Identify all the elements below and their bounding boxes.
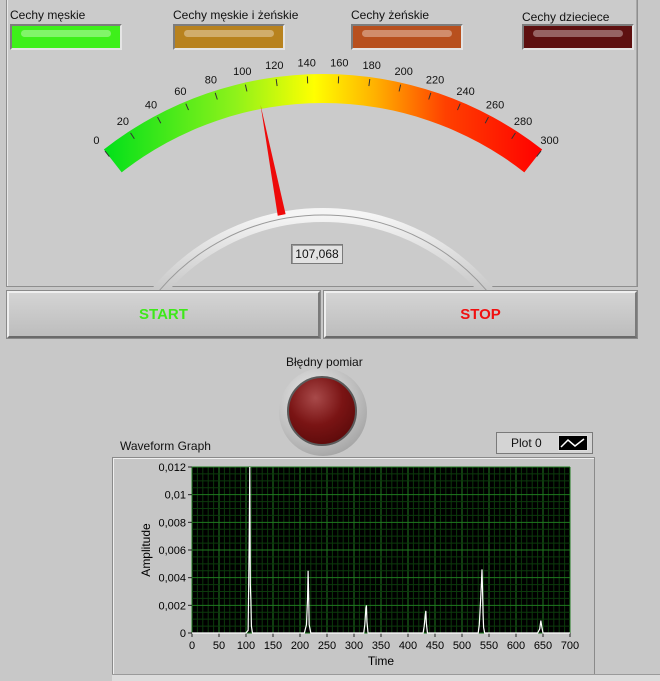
waveform-graph: 0 50 100 150 200 250 300 350 400 450 500 550 600 650 7… <box>112 457 595 680</box>
gauge-tick-label: 200 <box>395 66 413 78</box>
x-tick-label: 100 <box>237 640 255 652</box>
y-tick-label: 0,01 <box>165 490 186 502</box>
y-tick-label: 0,002 <box>158 600 186 612</box>
x-tick-label: 350 <box>372 640 390 652</box>
gauge-tick-label: 300 <box>540 135 558 147</box>
x-axis-label: Time <box>368 654 395 668</box>
x-tick-label: 0 <box>189 640 195 652</box>
gauge-tick-label: 40 <box>145 100 157 112</box>
gauge-tick-label: 120 <box>265 60 283 72</box>
legend-line-icon <box>558 435 588 451</box>
start-button[interactable]: START <box>7 291 320 338</box>
error-led-label: Błędny pomiar <box>286 355 363 369</box>
y-tick-label: 0,004 <box>158 573 186 585</box>
gauge-needle-pointer <box>261 105 286 216</box>
x-tick-label: 300 <box>345 640 363 652</box>
gauge-tick-label: 100 <box>233 66 251 78</box>
x-tick-label: 200 <box>291 640 309 652</box>
x-tick-label: 450 <box>426 640 444 652</box>
gauge-tick-label: 140 <box>298 57 316 69</box>
gauge-tick-label: 260 <box>486 100 504 112</box>
legend-plot-name: Plot 0 <box>511 436 542 450</box>
gauge-tick-label: 160 <box>330 57 348 69</box>
gauge-tick-label: 220 <box>426 74 444 86</box>
x-tick-label: 650 <box>534 640 552 652</box>
x-tick-label: 600 <box>507 640 525 652</box>
error-led <box>287 376 357 446</box>
gauge-scale-band <box>104 74 542 172</box>
y-tick-label: 0 <box>180 628 186 640</box>
x-tick-label: 150 <box>264 640 282 652</box>
y-tick-label: 0,012 <box>158 462 186 474</box>
gauge-tick-label: 240 <box>456 86 474 98</box>
plot-legend[interactable]: Plot 0 <box>496 432 593 454</box>
gauge-digital-display: 107,068 <box>291 244 343 264</box>
x-tick-label: 550 <box>480 640 498 652</box>
gauge-tick-label: 180 <box>362 60 380 72</box>
x-tick-label: 400 <box>399 640 417 652</box>
y-tick-label: 0,006 <box>158 545 186 557</box>
gauge-tick-label: 80 <box>205 74 217 86</box>
x-tick-label: 500 <box>453 640 471 652</box>
y-axis-label: Amplitude <box>139 523 153 577</box>
x-tick-label: 50 <box>213 640 225 652</box>
gauge-tick-label: 60 <box>174 86 186 98</box>
gauge-tick-label: 280 <box>514 116 532 128</box>
gauge-tick-label: 20 <box>117 116 129 128</box>
waveform-title: Waveform Graph <box>120 439 211 453</box>
y-tick-label: 0,008 <box>158 517 186 529</box>
x-tick-label: 250 <box>318 640 336 652</box>
x-tick-label: 700 <box>561 640 579 652</box>
stop-button[interactable]: STOP <box>324 291 637 338</box>
gauge-tick-label: 0 <box>93 135 99 147</box>
gauge-needle <box>261 105 286 216</box>
